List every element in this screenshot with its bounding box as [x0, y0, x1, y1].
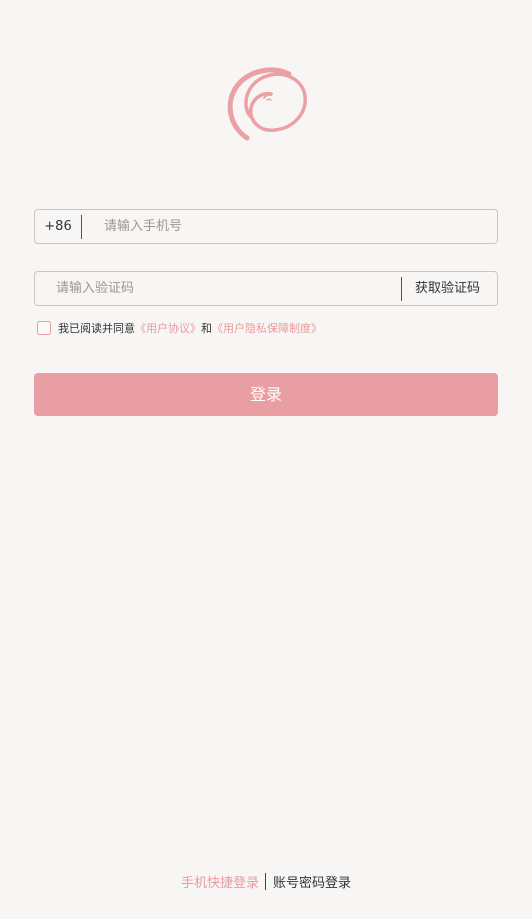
phone-input[interactable]: [82, 210, 497, 243]
tab-phone-quick-login[interactable]: 手机快捷登录: [181, 872, 265, 891]
swirl-logo-icon: [227, 67, 307, 141]
verification-field-row: 获取验证码: [34, 271, 498, 306]
tab-password-login[interactable]: 账号密码登录: [266, 872, 351, 891]
country-code-selector[interactable]: +86: [35, 214, 82, 239]
login-page: +86 获取验证码 我已阅读并同意 《用户协议》 和 《用户隐私保障制度》 登录…: [0, 0, 532, 919]
agreement-checkbox[interactable]: [37, 320, 51, 335]
agreement-row: 我已阅读并同意 《用户协议》 和 《用户隐私保障制度》: [37, 319, 322, 336]
verification-code-input[interactable]: [35, 272, 401, 305]
agreement-prefix-text: 我已阅读并同意: [58, 321, 135, 335]
get-code-button[interactable]: 获取验证码: [400, 276, 497, 301]
privacy-policy-link[interactable]: 《用户隐私保障制度》: [212, 320, 322, 336]
phone-field-row: +86: [34, 209, 498, 244]
login-method-switch: 手机快捷登录 账号密码登录: [0, 871, 532, 891]
agreement-conjunction-text: 和: [201, 321, 212, 335]
user-agreement-link[interactable]: 《用户协议》: [135, 320, 201, 336]
login-button[interactable]: 登录: [34, 373, 498, 416]
